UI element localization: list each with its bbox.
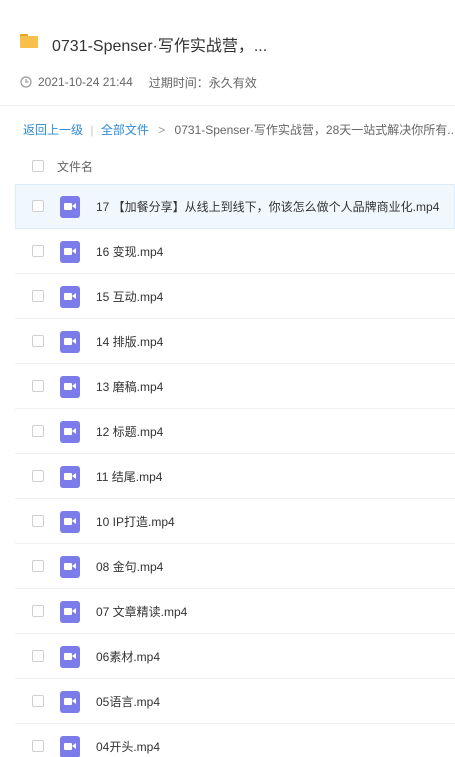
file-name[interactable]: 11 结尾.mp4	[96, 468, 162, 485]
file-row-checkbox[interactable]	[32, 695, 44, 707]
clock-icon	[20, 76, 32, 88]
file-row-checkbox[interactable]	[32, 245, 44, 257]
share-date: 2021-10-24 21:44	[38, 75, 133, 89]
file-row-checkbox[interactable]	[32, 605, 44, 617]
column-filename[interactable]: 文件名	[57, 158, 93, 175]
video-file-icon	[60, 466, 80, 488]
video-file-icon	[60, 241, 80, 263]
file-row-checkbox[interactable]	[32, 740, 44, 752]
video-file-icon	[60, 376, 80, 398]
file-row[interactable]: 10 IP打造.mp4	[15, 499, 455, 544]
file-row[interactable]: 05语言.mp4	[15, 679, 455, 724]
file-list-header: 文件名	[0, 150, 455, 183]
file-row-checkbox[interactable]	[32, 425, 44, 437]
header-divider	[0, 105, 455, 106]
file-row-checkbox[interactable]	[32, 515, 44, 527]
file-row-checkbox[interactable]	[32, 650, 44, 662]
video-file-icon	[60, 286, 80, 308]
file-name[interactable]: 13 磨稿.mp4	[96, 378, 163, 395]
file-row[interactable]: 11 结尾.mp4	[15, 454, 455, 499]
file-row[interactable]: 04开头.mp4	[15, 724, 455, 757]
video-file-icon	[60, 511, 80, 533]
breadcrumb-separator: |	[90, 123, 94, 137]
video-file-icon	[60, 601, 80, 623]
folder-icon	[20, 34, 38, 48]
video-file-icon	[60, 646, 80, 668]
file-row[interactable]: 13 磨稿.mp4	[15, 364, 455, 409]
file-row-checkbox[interactable]	[32, 560, 44, 572]
file-row[interactable]: 15 互动.mp4	[15, 274, 455, 319]
breadcrumb-current: 0731-Spenser·写作实战营，28天一站式解决你所有...	[174, 123, 455, 137]
file-name[interactable]: 15 互动.mp4	[96, 288, 163, 305]
video-file-icon	[60, 331, 80, 353]
file-name[interactable]: 08 金句.mp4	[96, 558, 163, 575]
video-file-icon	[60, 556, 80, 578]
file-row[interactable]: 07 文章精读.mp4	[15, 589, 455, 634]
file-row-checkbox[interactable]	[32, 380, 44, 392]
file-row[interactable]: 08 金句.mp4	[15, 544, 455, 589]
share-header: 0731-Spenser·写作实战营，... 2021-10-24 21:44 …	[0, 0, 455, 105]
file-row-checkbox[interactable]	[32, 470, 44, 482]
file-row[interactable]: 17 【加餐分享】从线上到线下，你该怎么做个人品牌商业化.mp4	[15, 184, 455, 229]
file-row-checkbox[interactable]	[32, 335, 44, 347]
file-row-checkbox[interactable]	[32, 200, 44, 212]
file-name[interactable]: 04开头.mp4	[96, 738, 160, 755]
share-panel: 0731-Spenser·写作实战营，... 2021-10-24 21:44 …	[0, 0, 455, 757]
video-file-icon	[60, 196, 80, 218]
file-name[interactable]: 14 排版.mp4	[96, 333, 163, 350]
file-row[interactable]: 12 标题.mp4	[15, 409, 455, 454]
file-name[interactable]: 12 标题.mp4	[96, 423, 163, 440]
share-expiry: 过期时间：永久有效	[148, 75, 257, 90]
share-title: 0731-Spenser·写作实战营，...	[52, 38, 268, 55]
file-row[interactable]: 06素材.mp4	[15, 634, 455, 679]
video-file-icon	[60, 736, 80, 757]
video-file-icon	[60, 421, 80, 443]
file-name[interactable]: 17 【加餐分享】从线上到线下，你该怎么做个人品牌商业化.mp4	[96, 198, 439, 215]
file-name[interactable]: 06素材.mp4	[96, 648, 160, 665]
breadcrumb-back-link[interactable]: 返回上一级	[23, 123, 83, 137]
file-row[interactable]: 16 变现.mp4	[15, 229, 455, 274]
file-list: 17 【加餐分享】从线上到线下，你该怎么做个人品牌商业化.mp4 16 变现.mp…	[15, 184, 455, 757]
file-name[interactable]: 10 IP打造.mp4	[96, 513, 175, 530]
file-name[interactable]: 16 变现.mp4	[96, 243, 163, 260]
breadcrumb-all-files-link[interactable]: 全部文件	[101, 123, 149, 137]
share-meta: 2021-10-24 21:44 过期时间：永久有效	[20, 74, 257, 90]
file-name[interactable]: 05语言.mp4	[96, 693, 160, 710]
video-file-icon	[60, 691, 80, 713]
breadcrumb-arrow: >	[158, 123, 166, 137]
file-row-checkbox[interactable]	[32, 290, 44, 302]
file-row[interactable]: 14 排版.mp4	[15, 319, 455, 364]
select-all-checkbox[interactable]	[32, 160, 44, 172]
breadcrumb: 返回上一级 | 全部文件 > 0731-Spenser·写作实战营，28天一站式…	[23, 121, 455, 138]
file-name[interactable]: 07 文章精读.mp4	[96, 603, 187, 620]
